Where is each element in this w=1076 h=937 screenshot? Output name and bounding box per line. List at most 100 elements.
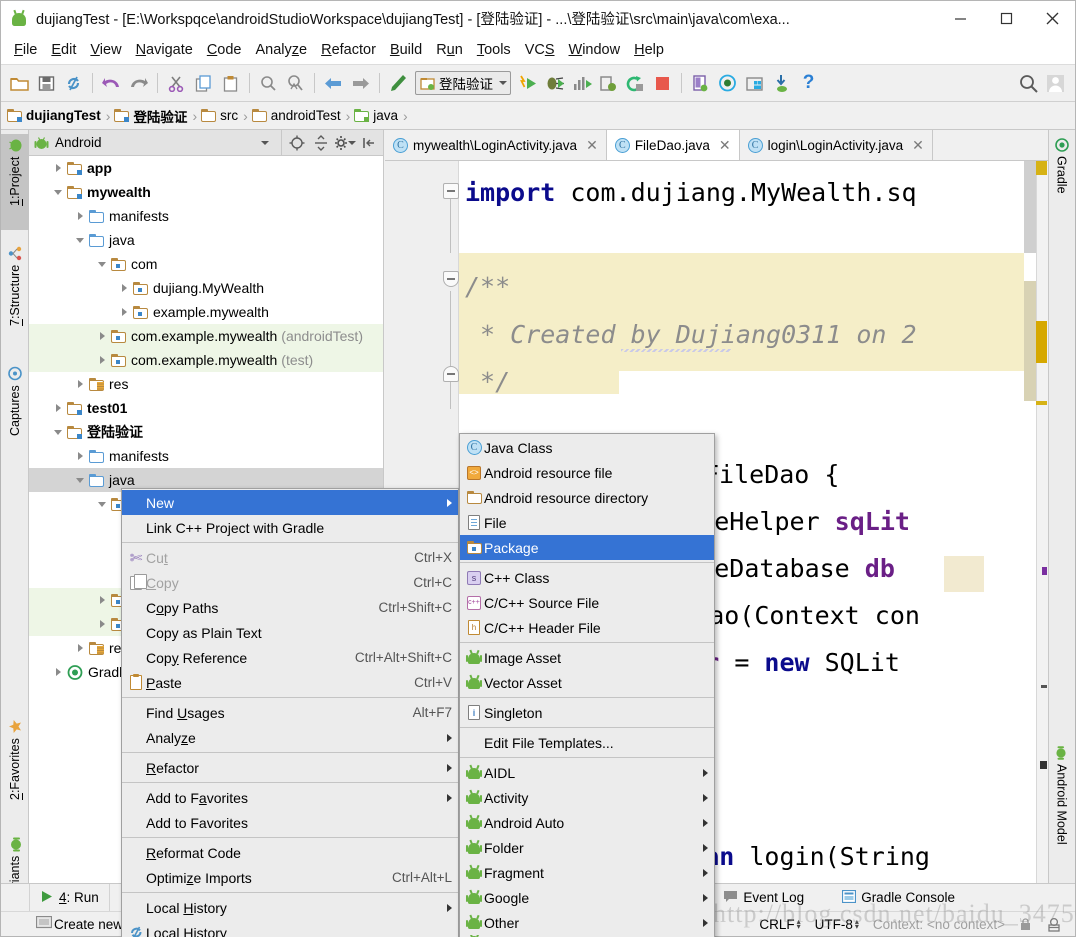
occurrence-marker[interactable] bbox=[1042, 567, 1047, 575]
expand-arrow-icon[interactable] bbox=[95, 352, 111, 368]
expand-arrow-icon[interactable] bbox=[95, 616, 111, 632]
new-menu-item-fragment[interactable]: Fragment bbox=[460, 860, 714, 885]
tree-row-res-1[interactable]: res bbox=[29, 372, 383, 396]
expand-arrow-icon[interactable] bbox=[73, 208, 89, 224]
lock-icon[interactable] bbox=[1012, 917, 1039, 931]
gear-icon[interactable] bbox=[334, 132, 356, 154]
collapse-all-icon[interactable] bbox=[310, 132, 332, 154]
new-menu-item-google[interactable]: Google bbox=[460, 885, 714, 910]
context-menu-item-find-usages[interactable]: Find Usages Alt+F7 bbox=[122, 700, 458, 725]
sidebar-item-captures[interactable]: Captures bbox=[1, 362, 29, 462]
forward-icon[interactable] bbox=[347, 69, 374, 97]
expand-arrow-icon[interactable] bbox=[117, 280, 133, 296]
context-menu-item-reformat-code[interactable]: Reformat Code bbox=[122, 840, 458, 865]
back-icon[interactable] bbox=[320, 69, 347, 97]
new-menu-item-activity[interactable]: Activity bbox=[460, 785, 714, 810]
breadcrumb-item-androidtest[interactable]: androidTest bbox=[251, 108, 344, 123]
collapse-arrow-icon[interactable] bbox=[73, 472, 89, 488]
breadcrumb-item-java[interactable]: java bbox=[354, 108, 401, 123]
bottom-tab-run[interactable]: 4: Run bbox=[29, 883, 110, 912]
new-menu-item-vector-asset[interactable]: Vector Asset bbox=[460, 670, 714, 695]
editor-scrollbar-thumb[interactable] bbox=[1024, 161, 1036, 253]
menu-file[interactable]: File bbox=[7, 39, 44, 61]
menu-vcs[interactable]: VCS bbox=[518, 39, 562, 61]
menu-analyze[interactable]: Analyze bbox=[249, 39, 315, 61]
editor-tab-mywealth-loginactivity[interactable]: C mywealth\LoginActivity.java ✕ bbox=[385, 130, 607, 160]
tree-row-test01[interactable]: test01 bbox=[29, 396, 383, 420]
create-new-button[interactable]: Create new bbox=[29, 915, 130, 933]
new-menu-item-other[interactable]: Other bbox=[460, 910, 714, 935]
new-menu-item-aidl[interactable]: AIDL bbox=[460, 760, 714, 785]
breadcrumb-item-src[interactable]: src bbox=[201, 108, 241, 123]
open-folder-icon[interactable] bbox=[6, 69, 33, 97]
line-separator-selector[interactable]: CRLF ▴ ▾ bbox=[752, 917, 807, 932]
tree-row-manifests-1[interactable]: manifests bbox=[29, 204, 383, 228]
fold-marker-icon[interactable] bbox=[443, 366, 459, 382]
context-menu-item-copy-paths[interactable]: Copy Paths Ctrl+Shift+C bbox=[122, 595, 458, 620]
sidebar-item-structure[interactable]: 7:Structure bbox=[1, 242, 29, 352]
editor-marker-bar[interactable] bbox=[1036, 161, 1048, 883]
fold-marker-icon[interactable] bbox=[443, 183, 459, 199]
new-menu-item-android-resource-directory[interactable]: Android resource directory bbox=[460, 485, 714, 510]
save-all-icon[interactable] bbox=[33, 69, 60, 97]
close-button[interactable] bbox=[1029, 1, 1075, 36]
context-menu-item-link-cpp[interactable]: Link C++ Project with Gradle bbox=[122, 515, 458, 540]
minimize-button[interactable] bbox=[937, 1, 983, 36]
expand-arrow-icon[interactable] bbox=[73, 448, 89, 464]
chevron-down-icon[interactable] bbox=[261, 140, 269, 145]
context-indicator[interactable]: Context: <no context> bbox=[866, 917, 1012, 932]
build-hammer-icon[interactable] bbox=[385, 69, 412, 97]
expand-arrow-icon[interactable] bbox=[95, 592, 111, 608]
menu-navigate[interactable]: Navigate bbox=[129, 39, 200, 61]
new-menu-item-android-resource-file[interactable]: <> Android resource file bbox=[460, 460, 714, 485]
context-menu-item-synchronize[interactable]: Local History bbox=[122, 920, 458, 937]
context-menu-item-refactor[interactable]: Refactor bbox=[122, 755, 458, 780]
run-coverage-icon[interactable] bbox=[568, 69, 595, 97]
tree-row-com[interactable]: com bbox=[29, 252, 383, 276]
attach-debugger-icon[interactable] bbox=[595, 69, 622, 97]
change-marker[interactable] bbox=[1041, 685, 1047, 688]
maximize-button[interactable] bbox=[983, 1, 1029, 36]
sdk-manager-icon[interactable] bbox=[714, 69, 741, 97]
close-icon[interactable]: ✕ bbox=[586, 137, 598, 154]
tree-row-denglu[interactable]: 登陆验证 bbox=[29, 420, 383, 444]
new-menu-item-android-auto[interactable]: Android Auto bbox=[460, 810, 714, 835]
layout-inspector-icon[interactable] bbox=[741, 69, 768, 97]
menu-view[interactable]: View bbox=[83, 39, 128, 61]
close-icon[interactable]: ✕ bbox=[912, 137, 924, 154]
collapse-arrow-icon[interactable] bbox=[51, 424, 67, 440]
redo-icon[interactable] bbox=[125, 69, 152, 97]
cut-icon[interactable] bbox=[163, 69, 190, 97]
context-menu-item-add-to-favorites[interactable]: Add to Favorites bbox=[122, 785, 458, 810]
hide-icon[interactable] bbox=[358, 132, 380, 154]
paste-icon[interactable] bbox=[217, 69, 244, 97]
context-menu-item-paste[interactable]: Paste Ctrl+V bbox=[122, 670, 458, 695]
close-icon[interactable]: ✕ bbox=[719, 137, 731, 154]
tree-row-dujiang-mywealth[interactable]: dujiang.MyWealth bbox=[29, 276, 383, 300]
menu-tools[interactable]: Tools bbox=[470, 39, 518, 61]
new-menu-item-file[interactable]: File bbox=[460, 510, 714, 535]
search-toolbar-icon[interactable] bbox=[255, 69, 282, 97]
new-menu-item-image-asset[interactable]: Image Asset bbox=[460, 645, 714, 670]
rerun-icon[interactable] bbox=[622, 69, 649, 97]
tree-row-com-example-test[interactable]: com.example.mywealth (test) bbox=[29, 348, 383, 372]
tree-row-com-example-androidtest[interactable]: com.example.mywealth (androidTest) bbox=[29, 324, 383, 348]
replace-icon[interactable] bbox=[282, 69, 309, 97]
collapse-arrow-icon[interactable] bbox=[51, 184, 67, 200]
expand-arrow-icon[interactable] bbox=[73, 640, 89, 656]
context-menu-item-optimize-imports[interactable]: Optimize Imports Ctrl+Alt+L bbox=[122, 865, 458, 890]
tree-row-java-1[interactable]: java bbox=[29, 228, 383, 252]
run-configuration-selector[interactable]: 登陆验证 bbox=[415, 71, 511, 95]
collapse-arrow-icon[interactable] bbox=[73, 232, 89, 248]
collapse-arrow-icon[interactable] bbox=[95, 256, 111, 272]
sidebar-item-android-model[interactable]: Android Model bbox=[1048, 742, 1075, 872]
collapse-arrow-icon[interactable] bbox=[95, 496, 111, 512]
tree-row-example-mywealth[interactable]: example.mywealth bbox=[29, 300, 383, 324]
fold-marker-icon[interactable] bbox=[443, 271, 459, 287]
editor-scrollbar-thumb[interactable] bbox=[1024, 281, 1036, 401]
undo-icon[interactable] bbox=[98, 69, 125, 97]
bottom-tab-gradle-console[interactable]: Gradle Console bbox=[832, 884, 965, 912]
apk-profiler-icon[interactable] bbox=[768, 69, 795, 97]
bottom-tab-event-log[interactable]: Event Log bbox=[713, 884, 814, 912]
tree-row-mywealth[interactable]: mywealth bbox=[29, 180, 383, 204]
